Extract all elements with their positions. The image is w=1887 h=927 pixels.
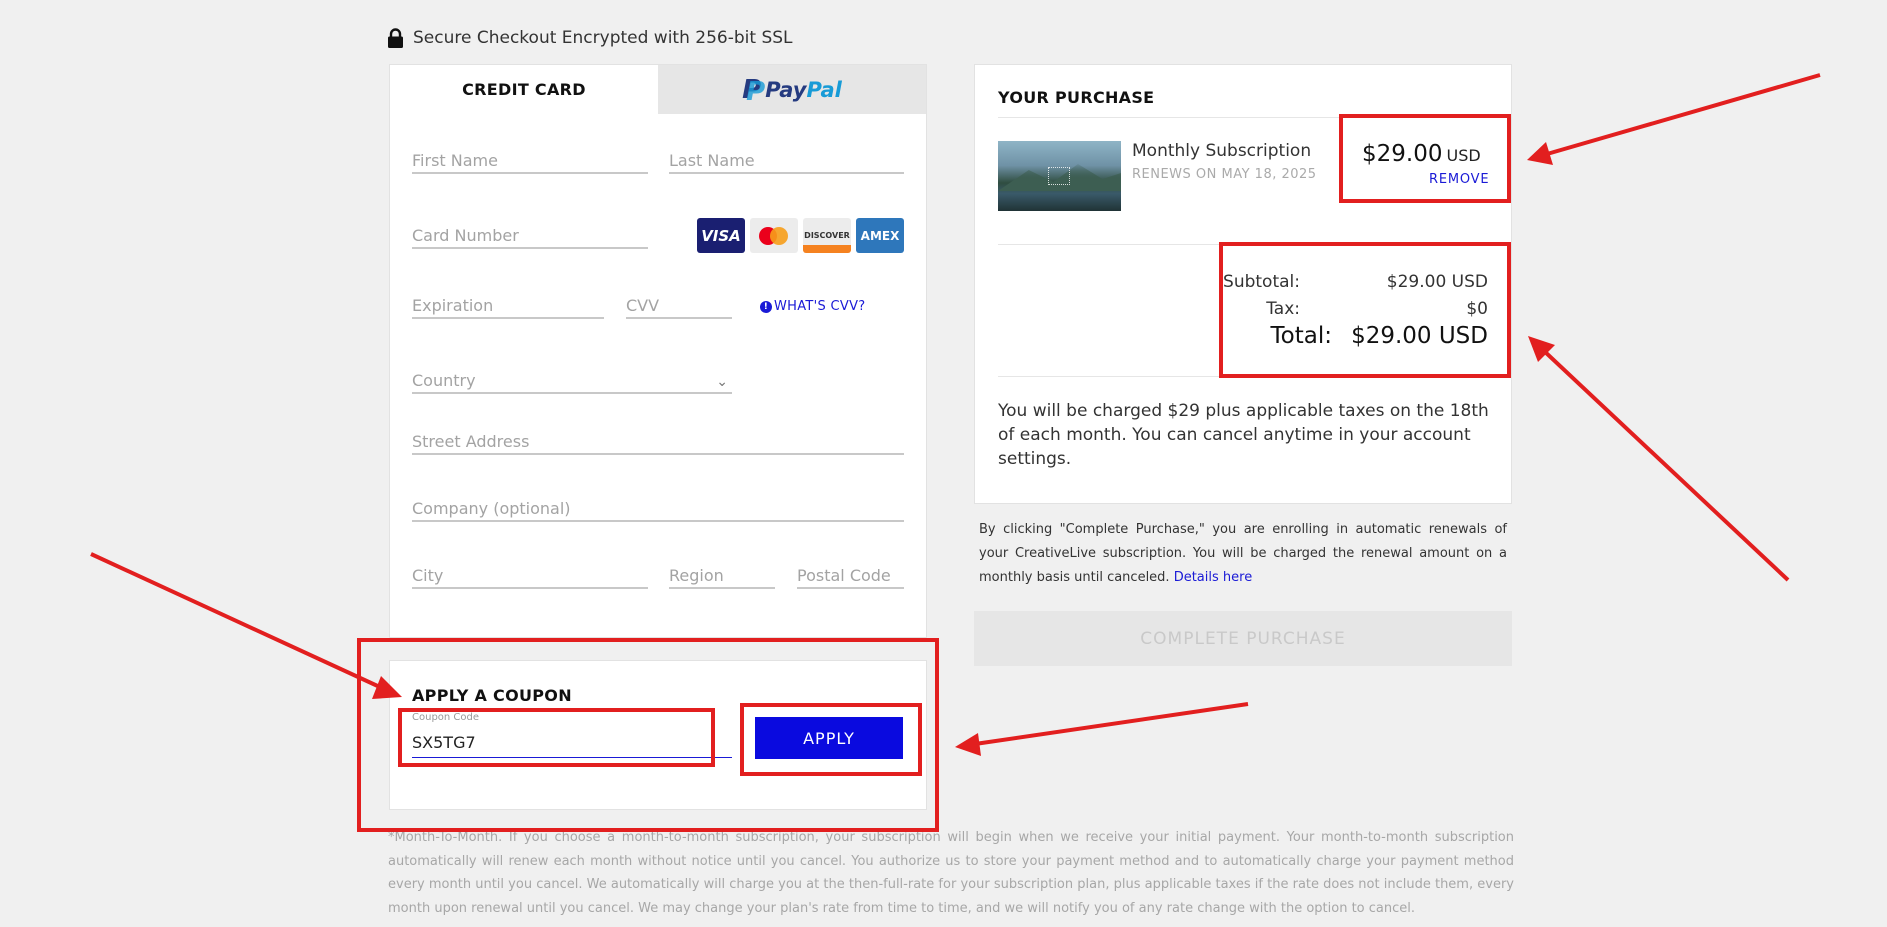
- charge-note: You will be charged $29 plus applicable …: [998, 401, 1489, 469]
- postal-code-field[interactable]: Postal Code: [797, 559, 904, 589]
- mastercard-icon: [750, 218, 798, 253]
- payment-tabs: CREDIT CARD P PayPal: [390, 65, 926, 114]
- expiration-field[interactable]: Expiration: [412, 289, 604, 319]
- annotation-box-totals: [1219, 242, 1511, 378]
- annotation-arrows: [90, 73, 1821, 756]
- company-placeholder: Company (optional): [412, 499, 571, 518]
- cvv-placeholder: CVV: [626, 296, 660, 315]
- street-placeholder: Street Address: [412, 432, 530, 451]
- annotation-box-price: [1339, 114, 1511, 203]
- legal-text: *Month-To-Month. If you choose a month-t…: [388, 830, 1514, 916]
- street-address-field[interactable]: Street Address: [412, 425, 904, 455]
- subscription-thumbnail: [998, 141, 1121, 211]
- annotation-box-apply: [740, 703, 922, 776]
- card-number-field[interactable]: Card Number: [412, 219, 648, 249]
- last-name-field[interactable]: Last Name: [669, 144, 904, 174]
- discover-icon: DISCOVER: [803, 218, 851, 253]
- details-link[interactable]: Details here: [1174, 570, 1253, 585]
- whats-cvv-link[interactable]: ! WHAT'S CVV?: [760, 299, 865, 314]
- chevron-down-icon: ⌄: [716, 374, 728, 390]
- expiration-placeholder: Expiration: [412, 296, 494, 315]
- company-field[interactable]: Company (optional): [412, 492, 904, 522]
- postal-placeholder: Postal Code: [797, 566, 891, 585]
- card-number-placeholder: Card Number: [412, 226, 519, 245]
- renewal-fine-print: By clicking "Complete Purchase," you are…: [979, 518, 1507, 590]
- region-field[interactable]: Region: [669, 559, 775, 589]
- amex-label: AMEX: [860, 228, 900, 243]
- country-select[interactable]: Country ⌄: [412, 364, 732, 394]
- region-placeholder: Region: [669, 566, 724, 585]
- country-placeholder: Country: [412, 371, 476, 390]
- annotation-box-coupon-input: [398, 708, 715, 767]
- secure-checkout-banner: Secure Checkout Encrypted with 256-bit S…: [388, 28, 793, 48]
- whats-cvv-label: WHAT'S CVV?: [774, 299, 866, 314]
- paypal-icon: P: [742, 75, 765, 107]
- city-field[interactable]: City: [412, 559, 648, 589]
- complete-purchase-button[interactable]: COMPLETE PURCHASE: [974, 611, 1512, 666]
- renewal-date: RENEWS ON MAY 18, 2025: [1132, 167, 1317, 182]
- discover-label: DISCOVER: [804, 231, 850, 240]
- purchase-title: YOUR PURCHASE: [998, 88, 1155, 107]
- accepted-cards: VISA DISCOVER AMEX: [697, 218, 904, 253]
- cvv-field[interactable]: CVV: [626, 289, 732, 319]
- amex-icon: AMEX: [856, 218, 904, 253]
- visa-label: VISA: [701, 226, 741, 245]
- first-name-field[interactable]: First Name: [412, 144, 648, 174]
- first-name-placeholder: First Name: [412, 151, 498, 170]
- tab-paypal[interactable]: P PayPal: [658, 65, 926, 114]
- subscription-name: Monthly Subscription: [1132, 141, 1312, 161]
- city-placeholder: City: [412, 566, 444, 585]
- paypal-label-part1: Pay: [765, 77, 807, 102]
- visa-icon: VISA: [697, 218, 745, 253]
- info-icon: !: [760, 300, 772, 313]
- paypal-label-part2: Pal: [806, 77, 842, 102]
- lock-icon: [388, 28, 403, 48]
- secure-checkout-text: Secure Checkout Encrypted with 256-bit S…: [413, 28, 793, 48]
- last-name-placeholder: Last Name: [669, 151, 755, 170]
- tab-credit-card[interactable]: CREDIT CARD: [390, 65, 658, 114]
